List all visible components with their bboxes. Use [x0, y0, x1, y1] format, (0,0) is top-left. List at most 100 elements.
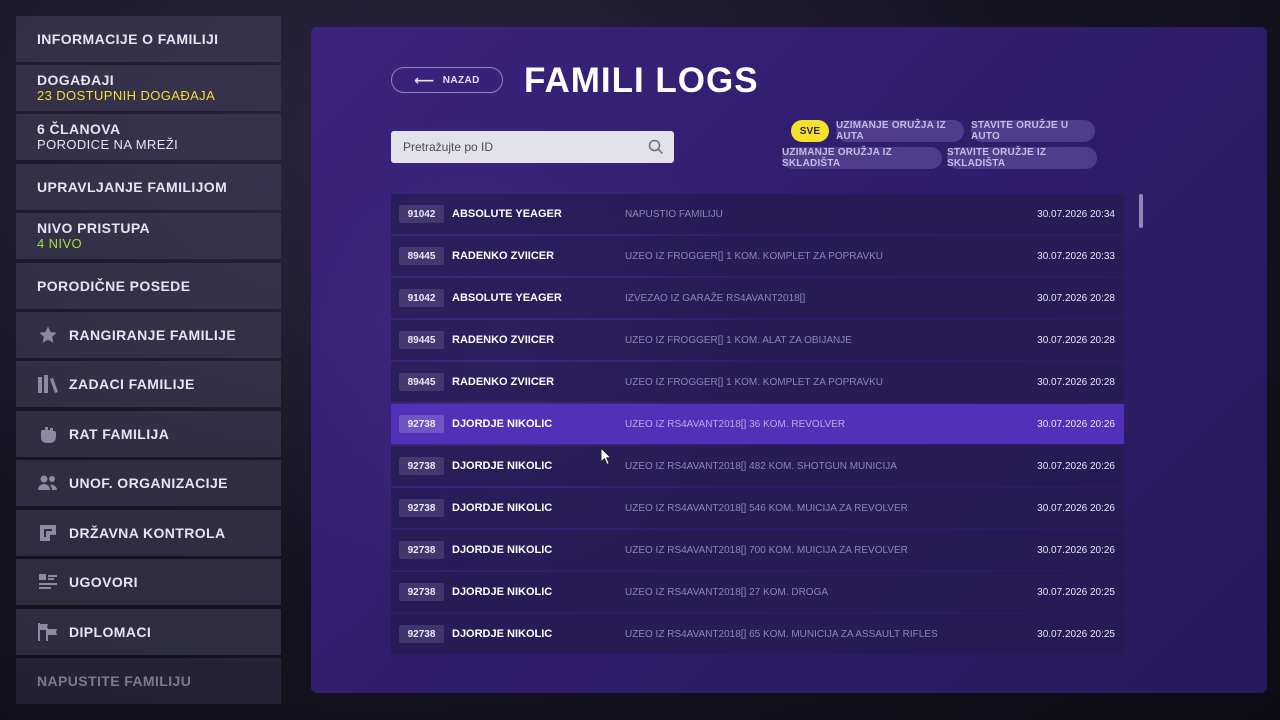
sidebar-item-label: DIPLOMACI [69, 624, 152, 640]
log-row[interactable]: 92738 DJORDJE NIKOLIC UZEO IZ RS4AVANT20… [391, 530, 1124, 570]
sidebar-item-family-tasks[interactable]: ZADACI FAMILIJE [16, 361, 281, 407]
log-action: IZVEZAO IZ GARAŽE RS4AVANT2018[] [625, 292, 806, 304]
people-icon [37, 472, 59, 494]
log-row[interactable]: 92738 DJORDJE NIKOLIC UZEO IZ RS4AVANT20… [391, 614, 1124, 654]
player-name: DJORDJE NIKOLIC [452, 586, 553, 598]
player-name: RADENKO ZVIICER [452, 334, 555, 346]
log-action: UZEO IZ RS4AVANT2018[] 27 KOM. DROGA [625, 586, 829, 598]
log-time: 30.07.2026 20:28 [1037, 334, 1115, 346]
player-name: DJORDJE NIKOLIC [452, 418, 553, 430]
sidebar-item-members[interactable]: 6 ČLANOVA PORODICE NA MREŽI [16, 114, 281, 160]
player-id-badge: 92738 [399, 499, 444, 517]
logs-list[interactable]: 91042 ABSOLUTE YEAGER NAPUSTIO FAMILIJU … [391, 194, 1124, 661]
filter-chip-take-weapon-car[interactable]: UZIMANJE ORUŽJA IZ AUTA [836, 120, 964, 142]
log-row[interactable]: 89445 RADENKO ZVIICER UZEO IZ FROGGER[] … [391, 320, 1124, 360]
sidebar-item-label: NIVO PRISTUPA [37, 220, 151, 236]
player-id-badge: 91042 [399, 289, 444, 307]
log-time: 30.07.2026 20:33 [1037, 250, 1115, 262]
player-name: RADENKO ZVIICER [452, 376, 555, 388]
flags-icon [37, 621, 59, 643]
player-id-badge: 89445 [399, 373, 444, 391]
sidebar-item-label: RANGIRANJE FAMILIJE [69, 327, 237, 343]
player-id-badge: 92738 [399, 457, 444, 475]
log-row[interactable]: 92738 DJORDJE NIKOLIC UZEO IZ RS4AVANT20… [391, 572, 1124, 612]
star-icon [37, 324, 59, 346]
filter-chip-all[interactable]: SVE [791, 120, 829, 142]
control-icon [37, 522, 59, 544]
log-action: UZEO IZ RS4AVANT2018[] 65 KOM. MUNICIJA … [625, 628, 938, 640]
log-row[interactable]: 91042 ABSOLUTE YEAGER IZVEZAO IZ GARAŽE … [391, 278, 1124, 318]
filter-label: STAVITE ORUŽJE IZ SKLADIŠTA [947, 147, 1047, 169]
books-icon [37, 373, 59, 395]
sidebar-item-unofficial-organizations[interactable]: UNOF. ORGANIZACIJE [16, 460, 281, 506]
player-id-badge: 92738 [399, 541, 444, 559]
log-row[interactable]: 92738 DJORDJE NIKOLIC UZEO IZ RS4AVANT20… [391, 446, 1124, 486]
access-level-value: 4 NIVO [37, 236, 83, 251]
sidebar-item-family-properties[interactable]: PORODIČNE POSEDE [16, 263, 281, 309]
page-title: FAMILI LOGS [524, 61, 759, 100]
player-name: DJORDJE NIKOLIC [452, 460, 553, 472]
sidebar-item-family-ranking[interactable]: RANGIRANJE FAMILIJE [16, 312, 281, 358]
player-name: ABSOLUTE YEAGER [452, 208, 562, 220]
log-row[interactable]: 91042 ABSOLUTE YEAGER NAPUSTIO FAMILIJU … [391, 194, 1124, 234]
sidebar-item-label: 6 ČLANOVA [37, 121, 121, 137]
log-row[interactable]: 89445 RADENKO ZVIICER UZEO IZ FROGGER[] … [391, 236, 1124, 276]
family-logs-panel: ⟵ NAZAD FAMILI LOGS SVE UZIMANJE ORUŽJA … [311, 27, 1267, 693]
search-input[interactable] [403, 140, 633, 154]
sidebar-item-label: DRŽAVNA KONTROLA [69, 525, 226, 541]
sidebar-item-leave-family[interactable]: NAPUSTITE FAMILIJU [16, 658, 281, 704]
log-row[interactable]: 92738 DJORDJE NIKOLIC UZEO IZ RS4AVANT20… [391, 488, 1124, 528]
log-time: 30.07.2026 20:25 [1037, 628, 1115, 640]
sidebar-item-label: PORODIČNE POSEDE [37, 278, 191, 294]
sidebar-item-family-war[interactable]: RAT FAMILIJA [16, 411, 281, 457]
filter-label: SVE [799, 125, 821, 137]
members-online: PORODICE NA MREŽI [37, 137, 179, 152]
logs-scrollbar[interactable] [1139, 194, 1143, 228]
search-icon[interactable] [648, 139, 664, 160]
sidebar-item-access-level[interactable]: NIVO PRISTUPA 4 NIVO [16, 213, 281, 259]
log-action: UZEO IZ RS4AVANT2018[] 36 KOM. REVOLVER [625, 418, 846, 430]
filter-label: STAVITE ORUŽJE U AUTO [971, 120, 1069, 142]
sidebar-item-diplomats[interactable]: DIPLOMACI [16, 609, 281, 655]
player-id-badge: 89445 [399, 331, 444, 349]
sidebar-item-label: UNOF. ORGANIZACIJE [69, 475, 228, 491]
player-id-badge: 92738 [399, 415, 444, 433]
log-row[interactable]: 89445 RADENKO ZVIICER UZEO IZ FROGGER[] … [391, 362, 1124, 402]
log-row-highlighted[interactable]: 92738 DJORDJE NIKOLIC UZEO IZ RS4AVANT20… [391, 404, 1124, 444]
back-label: NAZAD [442, 74, 480, 86]
player-name: DJORDJE NIKOLIC [452, 502, 553, 514]
sidebar-item-family-info[interactable]: INFORMACIJE O FAMILIJI [16, 16, 281, 62]
sidebar-item-contracts[interactable]: UGOVORI [16, 559, 281, 605]
arrow-left-icon: ⟵ [414, 71, 435, 88]
back-button[interactable]: ⟵ NAZAD [391, 67, 503, 93]
player-id-badge: 89445 [399, 247, 444, 265]
log-action: UZEO IZ FROGGER[] 1 KOM. ALAT ZA OBIJANJ… [625, 334, 852, 346]
mouse-cursor-icon [600, 446, 613, 471]
player-id-badge: 91042 [399, 205, 444, 223]
log-time: 30.07.2026 20:28 [1037, 376, 1115, 388]
log-time: 30.07.2026 20:26 [1037, 544, 1115, 556]
sidebar-item-label: UGOVORI [69, 574, 138, 590]
log-time: 30.07.2026 20:26 [1037, 460, 1115, 472]
log-action: UZEO IZ FROGGER[] 1 KOM. KOMPLET ZA POPR… [625, 376, 884, 388]
player-name: DJORDJE NIKOLIC [452, 544, 553, 556]
events-count: 23 DOSTUPNIH DOGAĐAJA [37, 88, 216, 103]
filter-label: UZIMANJE ORUŽJA IZ SKLADIŠTA [782, 147, 892, 169]
log-time: 30.07.2026 20:26 [1037, 418, 1115, 430]
log-time: 30.07.2026 20:25 [1037, 586, 1115, 598]
filter-chip-put-weapon-storage[interactable]: STAVITE ORUŽJE IZ SKLADIŠTA [947, 147, 1097, 169]
filter-chip-take-weapon-storage[interactable]: UZIMANJE ORUŽJA IZ SKLADIŠTA [782, 147, 942, 169]
log-time: 30.07.2026 20:34 [1037, 208, 1115, 220]
sidebar-item-family-management[interactable]: UPRAVLJANJE FAMILIJOM [16, 164, 281, 210]
log-action: UZEO IZ RS4AVANT2018[] 482 KOM. SHOTGUN … [625, 460, 897, 472]
player-id-badge: 92738 [399, 583, 444, 601]
log-action: NAPUSTIO FAMILIJU [625, 208, 723, 220]
search-box[interactable] [391, 131, 674, 163]
contract-list-icon [37, 571, 59, 593]
sidebar-item-state-control[interactable]: DRŽAVNA KONTROLA [16, 510, 281, 556]
sidebar-item-events[interactable]: DOGAĐAJI 23 DOSTUPNIH DOGAĐAJA [16, 65, 281, 111]
log-time: 30.07.2026 20:26 [1037, 502, 1115, 514]
filter-chip-put-weapon-car[interactable]: STAVITE ORUŽJE U AUTO [971, 120, 1095, 142]
log-action: UZEO IZ RS4AVANT2018[] 700 KOM. MUICIJA … [625, 544, 908, 556]
sidebar-item-label: ZADACI FAMILIJE [69, 376, 195, 392]
